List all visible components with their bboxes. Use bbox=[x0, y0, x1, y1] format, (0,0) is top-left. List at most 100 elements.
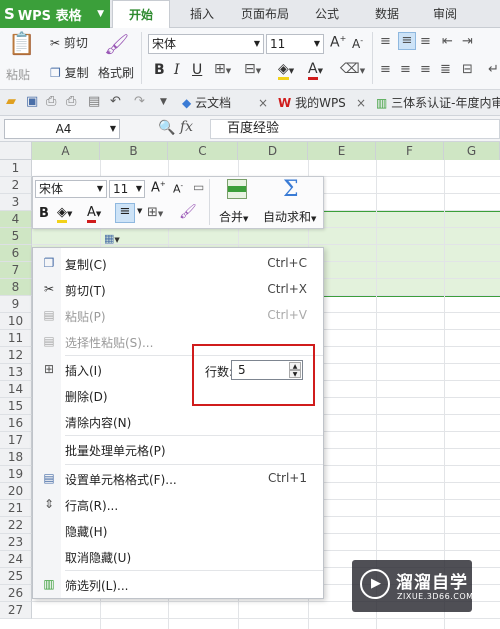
indent-increase-button[interactable]: ⇥ bbox=[462, 34, 473, 49]
mini-border-button[interactable]: ⊞▼ bbox=[147, 205, 163, 220]
column-header[interactable]: E bbox=[308, 142, 376, 160]
merge-button[interactable]: 合并▼ bbox=[219, 208, 248, 225]
close-icon[interactable]: × bbox=[258, 93, 268, 113]
fill-color-button[interactable]: ◈▼ bbox=[278, 61, 294, 80]
mini-font-color-button[interactable]: A▼ bbox=[87, 205, 101, 223]
underline-button[interactable]: U bbox=[192, 62, 202, 78]
row-header[interactable]: 27 bbox=[0, 602, 32, 619]
doc-tab-my-wps[interactable]: W 我的WPS bbox=[278, 93, 346, 113]
font-name-select[interactable]: 宋体 ▼ bbox=[148, 34, 264, 54]
format-box-icon[interactable]: ▭ bbox=[193, 180, 204, 194]
shrink-font-button[interactable]: A- bbox=[352, 36, 363, 51]
chevron-down-icon[interactable]: ▼ bbox=[160, 97, 167, 107]
bold-button[interactable]: B bbox=[154, 62, 165, 78]
select-all-corner[interactable] bbox=[0, 142, 32, 160]
menu-item-filter-columns[interactable]: ▥ 筛选列(L)... bbox=[33, 572, 323, 598]
row-header[interactable]: 14 bbox=[0, 381, 32, 398]
row-header[interactable]: 9 bbox=[0, 296, 32, 313]
name-box[interactable]: A4 ▼ bbox=[4, 119, 120, 139]
paste-button[interactable]: 📋 bbox=[8, 32, 35, 62]
menu-item-row-height[interactable]: ⇕ 行高(R)... bbox=[33, 492, 323, 518]
align-center-button[interactable]: ≡ bbox=[400, 62, 411, 77]
clear-format-icon[interactable]: ⌫▼ bbox=[340, 61, 365, 77]
chevron-down-icon[interactable]: ▼ bbox=[137, 207, 142, 215]
row-header[interactable]: 6 bbox=[0, 245, 32, 262]
grow-font-button[interactable]: A+ bbox=[330, 34, 346, 51]
row-header[interactable]: 23 bbox=[0, 534, 32, 551]
italic-button[interactable]: I bbox=[174, 62, 180, 78]
row-header[interactable]: 21 bbox=[0, 500, 32, 517]
menu-item-hide[interactable]: 隐藏(H) bbox=[33, 518, 323, 544]
column-header[interactable]: D bbox=[238, 142, 308, 160]
mini-bold-button[interactable]: B bbox=[39, 206, 49, 221]
mini-font-name-select[interactable]: 宋体 ▼ bbox=[35, 180, 107, 198]
indent-decrease-button[interactable]: ⇤ bbox=[442, 34, 453, 49]
row-header[interactable]: 1 bbox=[0, 160, 32, 177]
align-middle-button[interactable]: ≡ bbox=[398, 32, 416, 50]
menu-item-paste[interactable]: ▤ 粘贴(P) Ctrl+V bbox=[33, 303, 323, 329]
doc-tab-audit[interactable]: ▥ 三体系认证-年度内审 bbox=[376, 93, 500, 113]
row-header[interactable]: 12 bbox=[0, 347, 32, 364]
row-header[interactable]: 13 bbox=[0, 364, 32, 381]
row-header[interactable]: 16 bbox=[0, 415, 32, 432]
wrap-text-button[interactable]: ↵ bbox=[488, 62, 499, 77]
paste-options-icon[interactable]: ▦▼ bbox=[104, 232, 120, 245]
align-bottom-button[interactable]: ≡ bbox=[420, 34, 431, 49]
row-header[interactable]: 19 bbox=[0, 466, 32, 483]
shrink-font-button[interactable]: A- bbox=[173, 182, 183, 196]
print-preview-icon[interactable]: ⎙ bbox=[46, 94, 56, 109]
app-menu-button[interactable]: S WPS 表格 ▼ bbox=[0, 0, 110, 28]
grow-font-button[interactable]: A+ bbox=[151, 180, 166, 195]
menu-item-batch-process[interactable]: 批量处理单元格(P) bbox=[33, 437, 323, 463]
copy-button[interactable]: ❐ 复制 bbox=[50, 64, 89, 81]
tab-formulas[interactable]: 公式 bbox=[302, 0, 352, 28]
row-header[interactable]: 11 bbox=[0, 330, 32, 347]
row-header[interactable]: 8 bbox=[0, 279, 32, 296]
mini-align-button[interactable]: ≡ bbox=[115, 203, 135, 223]
cell-style-icon[interactable]: ⊟▼ bbox=[244, 61, 261, 77]
column-header[interactable]: F bbox=[376, 142, 444, 160]
row-header[interactable]: 3 bbox=[0, 194, 32, 211]
fx-icon[interactable]: fx bbox=[180, 119, 193, 135]
formula-input[interactable]: 百度经验 bbox=[210, 119, 500, 139]
distribute-button[interactable]: ⊟ bbox=[462, 62, 473, 77]
column-header[interactable]: B bbox=[100, 142, 168, 160]
folder-icon[interactable]: ▰ bbox=[6, 94, 16, 109]
redo-icon[interactable]: ↷ bbox=[134, 94, 145, 109]
align-top-group[interactable]: ≡ bbox=[380, 34, 397, 49]
column-header[interactable]: C bbox=[168, 142, 238, 160]
row-header[interactable]: 22 bbox=[0, 517, 32, 534]
autosum-button[interactable]: 自动求和▼ bbox=[263, 208, 316, 225]
close-icon[interactable]: × bbox=[356, 93, 366, 113]
column-header[interactable]: A bbox=[32, 142, 100, 160]
menu-item-clear-contents[interactable]: 清除内容(N) bbox=[33, 409, 323, 435]
tab-data[interactable]: 数据 bbox=[362, 0, 412, 28]
align-left-button[interactable]: ≡ bbox=[380, 62, 391, 77]
font-size-select[interactable]: 11 ▼ bbox=[266, 34, 324, 54]
row-header[interactable]: 24 bbox=[0, 551, 32, 568]
row-header[interactable]: 2 bbox=[0, 177, 32, 194]
row-header[interactable]: 5 bbox=[0, 228, 32, 245]
cut-button[interactable]: ✂ 剪切 bbox=[50, 34, 88, 51]
tab-page-layout[interactable]: 页面布局 bbox=[232, 0, 298, 28]
menu-item-unhide[interactable]: 取消隐藏(U) bbox=[33, 544, 323, 570]
row-header[interactable]: 25 bbox=[0, 568, 32, 585]
row-header[interactable]: 10 bbox=[0, 313, 32, 330]
format-painter-button[interactable]: 格式刷 bbox=[98, 64, 134, 81]
tab-insert[interactable]: 插入 bbox=[176, 0, 228, 28]
menu-item-copy[interactable]: ❐ 复制(C) Ctrl+C bbox=[33, 251, 323, 277]
print-icon[interactable]: ⎙ bbox=[66, 94, 76, 109]
menu-item-cut[interactable]: ✂ 剪切(T) Ctrl+X bbox=[33, 277, 323, 303]
zoom-icon[interactable]: 🔍 bbox=[158, 120, 175, 136]
column-header[interactable]: G bbox=[444, 142, 500, 160]
menu-item-format-cells[interactable]: ▤ 设置单元格格式(F)... Ctrl+1 bbox=[33, 466, 323, 492]
save-icon[interactable]: ▣ bbox=[26, 94, 38, 109]
mini-format-painter-icon[interactable]: 🖌 bbox=[179, 204, 197, 220]
row-header[interactable]: 7 bbox=[0, 262, 32, 279]
font-color-button[interactable]: A▼ bbox=[308, 61, 323, 80]
row-header[interactable]: 20 bbox=[0, 483, 32, 500]
undo-icon[interactable]: ↶ bbox=[110, 94, 121, 109]
align-right-button[interactable]: ≡ bbox=[420, 62, 431, 77]
mini-fill-color-button[interactable]: ◈▼ bbox=[57, 205, 72, 223]
tab-home[interactable]: 开始 bbox=[112, 0, 170, 28]
